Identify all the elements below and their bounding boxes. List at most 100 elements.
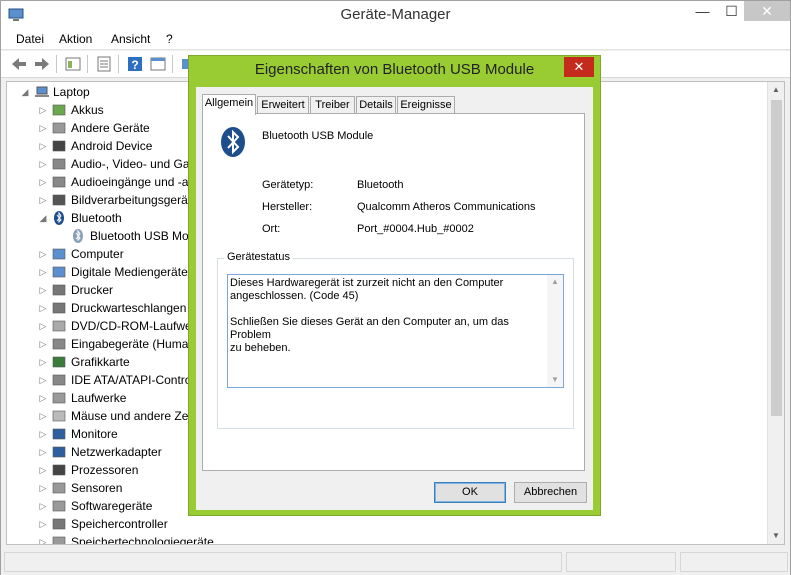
window-title: Geräte-Manager	[340, 6, 451, 23]
menu-datei[interactable]: Datei	[16, 32, 44, 46]
expand-arrow-icon[interactable]: ▷	[38, 137, 48, 155]
view-icon[interactable]	[64, 55, 82, 73]
tab-allgemein[interactable]: Allgemein	[202, 94, 256, 115]
expand-arrow-icon[interactable]: ▷	[38, 317, 48, 335]
menu-aktion[interactable]: Aktion	[59, 32, 92, 46]
expand-arrow-icon[interactable]: ▷	[38, 371, 48, 389]
expand-arrow-icon[interactable]: ▷	[38, 479, 48, 497]
battery-icon	[52, 104, 66, 116]
scroll-up-icon[interactable]: ▲	[768, 82, 784, 98]
expand-arrow-icon[interactable]: ▷	[38, 101, 48, 119]
disc-drive-icon	[52, 320, 66, 332]
tree-item-label: Akkus	[71, 103, 104, 117]
tree-item-label: Laufwerke	[71, 391, 127, 405]
expand-arrow-icon[interactable]: ▷	[38, 191, 48, 209]
expand-arrow-icon[interactable]: ▷	[38, 173, 48, 191]
expand-arrow-icon[interactable]: ▷	[38, 353, 48, 371]
expand-arrow-icon[interactable]: ▷	[38, 263, 48, 281]
tab-details[interactable]: Details	[356, 96, 396, 114]
tree-item-label: DVD/CD-ROM-Laufwe	[71, 319, 192, 333]
back-arrow-icon[interactable]	[10, 55, 28, 73]
scroll-up-icon[interactable]: ▲	[547, 275, 563, 289]
menu-help[interactable]: ?	[166, 32, 173, 46]
tree-item-label: Mäuse und andere Zei	[71, 409, 192, 423]
expand-arrow-icon[interactable]: ▷	[38, 425, 48, 443]
tab-erweitert[interactable]: Erweitert	[257, 96, 309, 114]
expand-arrow-icon[interactable]: ▷	[38, 155, 48, 173]
tree-item-label: Computer	[71, 247, 124, 261]
unknown-device-icon	[52, 122, 66, 134]
device-name: Bluetooth USB Module	[262, 130, 374, 142]
device-status-textbox[interactable]: Dieses Hardwaregerät ist zurzeit nicht a…	[227, 274, 564, 388]
tab-treiber[interactable]: Treiber	[310, 96, 355, 114]
close-button[interactable]: ✕	[744, 1, 790, 21]
print-queue-icon	[52, 302, 66, 314]
status-text-line: angeschlossen. (Code 45)	[230, 290, 359, 302]
ok-button[interactable]: OK	[434, 482, 506, 503]
tree-item-label: Speichercontroller	[71, 517, 168, 531]
status-cell	[4, 552, 562, 572]
tree-vertical-scrollbar[interactable]: ▲ ▼	[767, 82, 784, 544]
hid-icon	[52, 338, 66, 350]
tree-item-label: Digitale Mediengeräte	[71, 265, 188, 279]
sensor-icon	[52, 482, 66, 494]
properties-dialog: Eigenschaften von Bluetooth USB Module ✕…	[188, 55, 601, 516]
printer-icon	[52, 284, 66, 296]
location-value: Port_#0004.Hub_#0002	[357, 223, 474, 235]
scroll-down-icon[interactable]: ▼	[768, 528, 784, 544]
help-icon[interactable]: ?	[126, 55, 144, 73]
properties-icon[interactable]	[95, 55, 113, 73]
device-status-group: Gerätestatus Dieses Hardwaregerät ist zu…	[217, 251, 574, 429]
expand-arrow-icon[interactable]: ▷	[38, 119, 48, 137]
drive-icon	[52, 392, 66, 404]
toolbar-separator	[172, 55, 173, 73]
display-adapter-icon	[52, 356, 66, 368]
minimize-button[interactable]: —	[688, 1, 717, 21]
collapse-arrow-icon[interactable]: ◢	[20, 83, 30, 101]
tree-root-label: Laptop	[53, 85, 90, 99]
status-scrollbar[interactable]: ▲ ▼	[547, 275, 563, 387]
storage-controller-icon	[52, 518, 66, 530]
maximize-button[interactable]: ☐	[717, 1, 746, 21]
manufacturer-label: Hersteller:	[262, 201, 313, 213]
device-type-label: Gerätetyp:	[262, 179, 314, 191]
collapse-arrow-icon[interactable]: ◢	[38, 209, 48, 227]
expand-arrow-icon[interactable]: ▷	[38, 497, 48, 515]
expand-arrow-icon[interactable]: ▷	[38, 299, 48, 317]
tree-item-label: Sensoren	[71, 481, 123, 495]
software-device-icon	[52, 500, 66, 512]
bluetooth-icon	[221, 127, 245, 157]
tree-item-label: Bluetooth	[71, 211, 122, 225]
expand-arrow-icon[interactable]: ▷	[38, 407, 48, 425]
bluetooth-icon	[54, 211, 64, 225]
dialog-title: Eigenschaften von Bluetooth USB Module	[254, 61, 535, 78]
tree-item-label: Android Device	[71, 139, 153, 153]
svg-text:?: ?	[131, 58, 138, 72]
dialog-close-button[interactable]: ✕	[564, 57, 594, 77]
expand-arrow-icon[interactable]: ▷	[38, 335, 48, 353]
bluetooth-icon	[73, 229, 83, 243]
expand-arrow-icon[interactable]: ▷	[38, 245, 48, 263]
tree-item-label: Andere Geräte	[71, 121, 150, 135]
processor-icon	[52, 464, 66, 476]
scroll-down-icon[interactable]: ▼	[547, 373, 563, 387]
menu-ansicht[interactable]: Ansicht	[111, 32, 150, 46]
expand-arrow-icon[interactable]: ▷	[38, 389, 48, 407]
expand-arrow-icon[interactable]: ▷	[38, 515, 48, 533]
expand-arrow-icon[interactable]: ▷	[38, 533, 48, 544]
camera-icon	[52, 194, 66, 206]
expand-arrow-icon[interactable]: ▷	[38, 461, 48, 479]
expand-arrow-icon[interactable]: ▷	[38, 443, 48, 461]
cancel-button[interactable]: Abbrechen	[514, 482, 587, 503]
title-bar: Geräte-Manager — ☐ ✕	[1, 1, 790, 29]
mouse-icon	[52, 410, 66, 422]
forward-arrow-icon[interactable]	[33, 55, 51, 73]
tree-item-label: IDE ATA/ATAPI-Contro	[71, 373, 192, 387]
show-hidden-icon[interactable]	[149, 55, 167, 73]
tree-item-label: Druckwarteschlangen	[71, 301, 187, 315]
tree-item-label: Prozessoren	[71, 463, 139, 477]
status-text-line: Dieses Hardwaregerät ist zurzeit nicht a…	[230, 277, 504, 289]
scroll-thumb[interactable]	[771, 100, 782, 416]
tab-ereignisse[interactable]: Ereignisse	[397, 96, 455, 114]
expand-arrow-icon[interactable]: ▷	[38, 281, 48, 299]
